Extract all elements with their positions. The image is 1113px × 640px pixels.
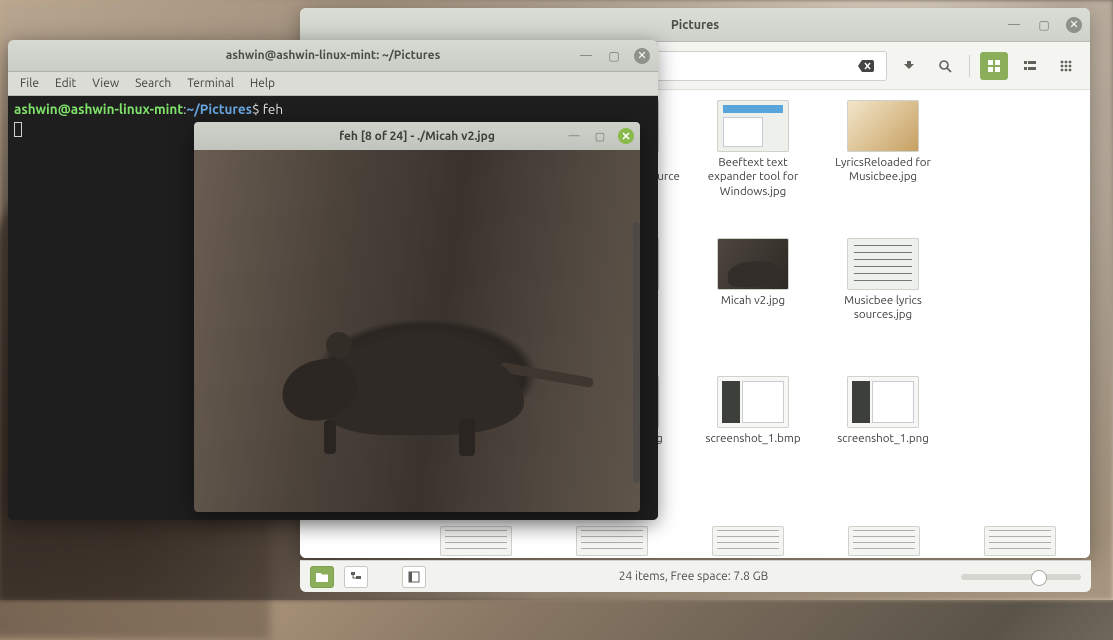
term-title: ashwin@ashwin-linux-mint: ~/Pictures [8,49,658,62]
list-view-button[interactable] [1016,52,1044,80]
compact-view-button[interactable] [1052,52,1080,80]
term-titlebar[interactable]: ashwin@ashwin-linux-mint: ~/Pictures — ▢… [8,40,658,72]
fm-titlebar[interactable]: Pictures — ▢ ✕ [300,8,1090,42]
maximize-button[interactable]: ▢ [1036,17,1052,33]
file-name: screenshot_1.bmp [705,432,800,446]
thumbnail[interactable] [984,526,1056,556]
thumbnail [847,238,919,290]
file-item[interactable]: LyricsReloaded for Musicbee.jpg [818,100,948,234]
prompt-path: ~/Pictures [186,101,252,117]
thumbnail [847,100,919,152]
prompt-user: ashwin@ashwin-linux-mint [14,101,183,117]
close-button[interactable]: ✕ [618,128,634,144]
search-icon[interactable] [931,52,959,80]
tree-icon[interactable] [344,566,368,588]
file-item[interactable]: screenshot_1.png [818,376,948,510]
file-name: LyricsReloaded for Musicbee.jpg [823,156,943,185]
file-item[interactable]: Micah v2.jpg [688,238,818,372]
scrollbar[interactable] [633,222,640,483]
fm-title: Pictures [300,18,1090,32]
zoom-slider[interactable] [961,574,1081,580]
close-button[interactable]: ✕ [1066,17,1082,33]
menu-file[interactable]: File [20,77,39,90]
places-icon[interactable] [310,566,334,588]
file-name: Micah v2.jpg [721,294,785,308]
thumbnail [717,238,789,290]
file-name: Musicbee lyrics sources.jpg [823,294,943,323]
term-menubar: File Edit View Search Terminal Help [8,72,658,96]
partial-row [440,526,1082,556]
file-item[interactable]: screenshot_1.bmp [688,376,818,510]
feh-titlebar[interactable]: feh [8 of 24] - ./Micah v2.jpg — ▢ ✕ [194,122,640,150]
minimize-button[interactable]: — [566,128,582,144]
file-name: screenshot_1.png [837,432,929,446]
menu-view[interactable]: View [92,77,119,90]
menu-help[interactable]: Help [250,77,275,90]
thumbnail [717,100,789,152]
menu-search[interactable]: Search [135,77,171,90]
menu-edit[interactable]: Edit [55,77,76,90]
menu-terminal[interactable]: Terminal [187,77,234,90]
maximize-button[interactable]: ▢ [592,128,608,144]
sidebar-toggle-icon[interactable] [402,566,426,588]
image-subject-rat [264,290,564,460]
clear-location-icon[interactable] [854,58,878,74]
maximize-button[interactable]: ▢ [606,48,622,64]
terminal-cursor [14,122,22,137]
thumbnail[interactable] [440,526,512,556]
thumbnail [717,376,789,428]
thumbnail[interactable] [848,526,920,556]
feh-image[interactable] [194,150,640,512]
status-text: 24 items, Free space: 7.8 GB [436,570,951,583]
file-name: Beeftext text expander tool for Windows.… [693,156,813,199]
fm-statusbar: 24 items, Free space: 7.8 GB [300,560,1091,592]
thumbnail [847,376,919,428]
thumbnail[interactable] [712,526,784,556]
file-item[interactable]: Musicbee lyrics sources.jpg [818,238,948,372]
thumbnail[interactable] [576,526,648,556]
close-button[interactable]: ✕ [634,48,650,64]
minimize-button[interactable]: — [1006,17,1022,33]
typed-command: feh [263,101,283,117]
feh-window: feh [8 of 24] - ./Micah v2.jpg — ▢ ✕ [194,122,640,512]
prompt-suffix: $ [252,101,263,117]
minimize-button[interactable]: — [578,48,594,64]
icon-view-button[interactable] [980,52,1008,80]
separator [969,55,970,77]
toggle-location-icon[interactable] [895,52,923,80]
file-item[interactable]: Beeftext text expander tool for Windows.… [688,100,818,234]
